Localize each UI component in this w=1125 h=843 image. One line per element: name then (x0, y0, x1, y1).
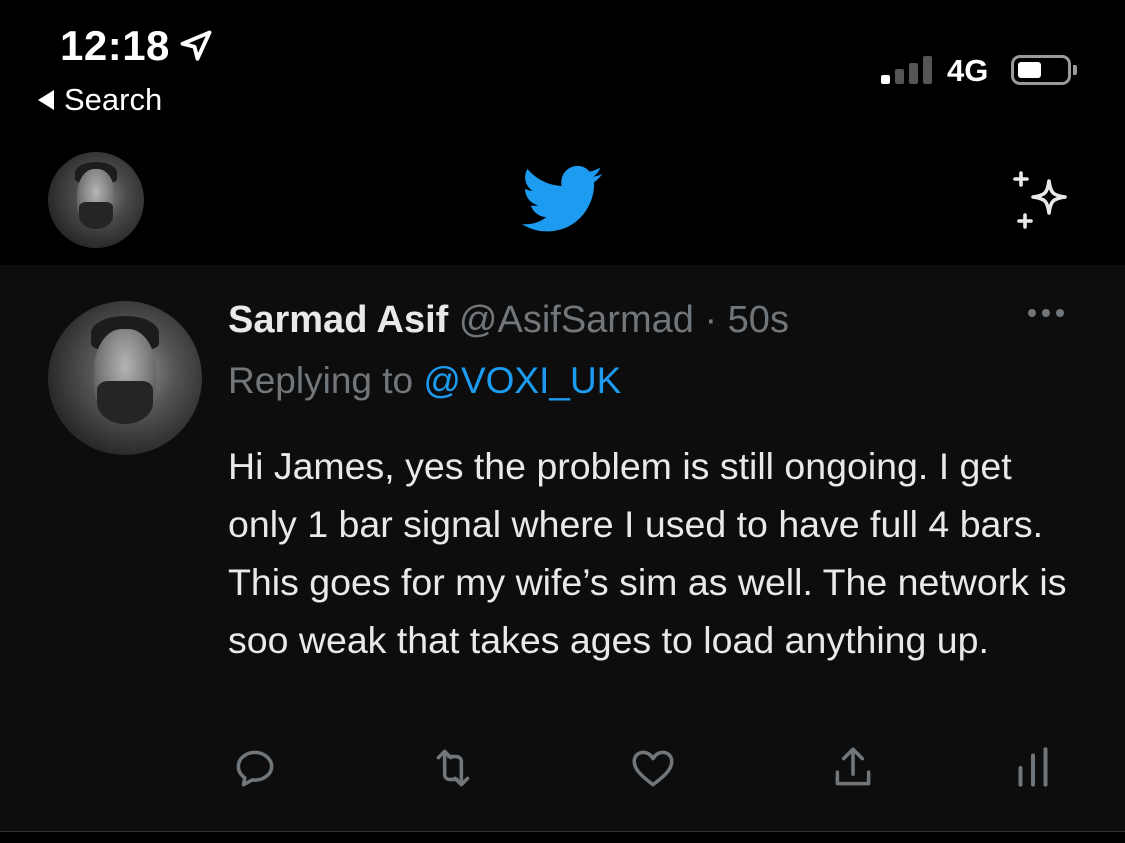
battery-icon (1011, 55, 1077, 85)
status-time: 12:18 (60, 22, 214, 70)
profile-avatar-button[interactable] (48, 152, 144, 248)
tweet-author-avatar[interactable] (48, 301, 202, 455)
signal-bar (923, 56, 932, 84)
retweet-icon (436, 749, 470, 787)
location-arrow-icon (180, 30, 212, 61)
back-label: Search (64, 82, 163, 117)
battery-nub (1073, 65, 1077, 75)
signal-bar (895, 69, 904, 84)
back-triangle-icon (38, 90, 54, 110)
signal-bar (909, 63, 918, 84)
header-separator: · (704, 299, 718, 341)
author-handle[interactable]: @AsifSarmad (459, 299, 694, 341)
reply-button[interactable] (230, 743, 280, 793)
more-dot (1042, 309, 1050, 317)
tweet[interactable]: Sarmad Asif @AsifSarmad · 50s Replying t… (0, 265, 1125, 831)
share-icon (835, 747, 871, 786)
tweet-timestamp: 50s (727, 299, 789, 341)
back-to-search-button[interactable]: Search (38, 82, 162, 118)
app-header (0, 130, 1125, 265)
sparkle-icon[interactable] (1005, 165, 1077, 237)
tweet-text: Hi James, yes the problem is still ongoi… (228, 445, 1067, 661)
more-dot (1056, 309, 1064, 317)
status-bar: 12:18 Search 4G (0, 0, 1125, 130)
tweet-actions (228, 743, 1058, 793)
replying-to-mention[interactable]: @VOXI_UK (423, 360, 621, 401)
avatar-beard (78, 201, 114, 229)
tweet-divider (0, 831, 1125, 832)
status-time-text: 12:18 (60, 22, 170, 69)
more-dot (1028, 309, 1036, 317)
cellular-signal-icon (881, 54, 932, 84)
author-name[interactable]: Sarmad Asif (228, 299, 448, 341)
retweet-button[interactable] (428, 743, 478, 793)
analytics-button[interactable] (1008, 743, 1058, 793)
like-icon (632, 750, 674, 787)
more-options-icon[interactable] (1028, 309, 1064, 317)
battery-fill (1018, 62, 1041, 78)
share-button[interactable] (828, 743, 878, 793)
analytics-icon (1018, 747, 1048, 787)
network-type: 4G (947, 53, 989, 88)
like-button[interactable] (628, 743, 678, 793)
signal-bar (881, 75, 890, 84)
replying-to: Replying to @VOXI_UK (228, 360, 621, 402)
reply-icon (236, 750, 274, 787)
twitter-bird-icon[interactable] (522, 165, 604, 235)
avatar-beard (97, 381, 153, 425)
tweet-header: Sarmad Asif @AsifSarmad · 50s (228, 299, 789, 342)
replying-to-prefix: Replying to (228, 360, 414, 401)
